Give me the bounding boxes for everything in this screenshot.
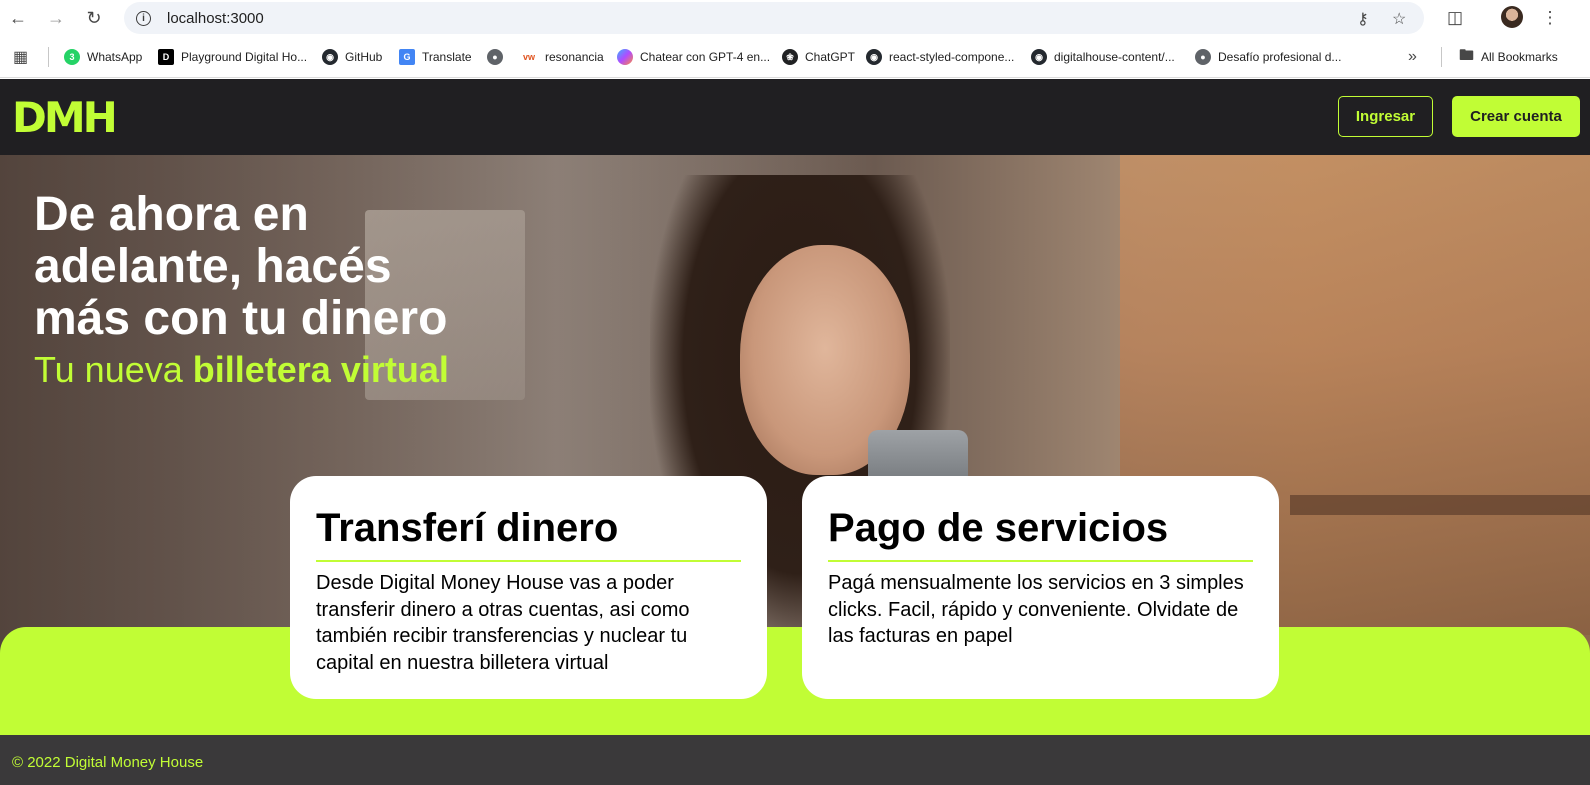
bookmark-label: GitHub [345,50,383,64]
copilot-icon [617,49,633,65]
chevron-double-right-icon: » [1408,48,1417,65]
star-icon[interactable]: ☆ [1392,9,1406,29]
accent-band [0,627,1590,735]
folder-icon: 🖿 [1459,46,1475,64]
hero-subtitle: Tu nueva billetera virtual [34,349,474,391]
bookmark-label: resonancia [545,50,604,64]
hero-text: De ahora en adelante, hacés más con tu d… [34,189,474,391]
site-header: DMH Ingresar Crear cuenta [0,79,1590,155]
bookmark-label: WhatsApp [87,50,143,64]
apps-grid-icon[interactable]: ▦ [13,47,28,67]
card-body: Desde Digital Money House vas a poder tr… [316,572,690,674]
browser-toolbar: ← → ↻ i localhost:3000 ⚷ ☆ ◫ ⋮ [0,0,1590,36]
bookmarks-divider [48,47,49,67]
hero-background-shelf [1290,495,1590,515]
bookmark-label: Playground Digital Ho... [181,50,308,64]
bookmark-playground[interactable]: D Playground Digital Ho... [158,47,307,67]
bookmark-label: Desafío profesional d... [1218,50,1342,64]
card-body: Pagá mensualmente los servicios en 3 sim… [828,572,1244,647]
github-icon: ◉ [322,49,338,65]
bookmark-digitalhouse-content[interactable]: ◉ digitalhouse-content/... [1031,47,1175,67]
footer-copyright: © 2022 Digital Money House [12,754,204,771]
bookmark-label: Chatear con GPT-4 en... [640,50,771,64]
back-icon[interactable]: ← [6,6,30,30]
digital-house-icon: D [158,49,174,65]
bookmark-resonancia[interactable]: vw resonancia [520,47,604,67]
hero-title: De ahora en adelante, hacés más con tu d… [34,188,448,345]
bookmarks-overflow-button[interactable]: » [1408,47,1417,67]
resonancia-icon: vw [522,52,535,62]
bookmark-label: ChatGPT [805,50,856,64]
google-translate-icon: G [399,49,415,65]
bookmark-label: digitalhouse-content/... [1054,50,1175,64]
bookmark-translate[interactable]: G Translate [399,47,472,67]
menu-kebab-icon[interactable]: ⋮ [1538,6,1562,30]
github-icon: ◉ [1031,49,1047,65]
bookmark-label: Translate [422,50,472,64]
create-account-button[interactable]: Crear cuenta [1452,96,1580,137]
forward-icon[interactable]: → [44,6,68,30]
dmh-logo[interactable]: DMH [12,97,118,139]
card-services: Pago de servicios Pagá mensualmente los … [802,476,1279,699]
bookmark-react-styled[interactable]: ◉ react-styled-compone... [866,47,1014,67]
bookmark-desafio[interactable]: ● Desafío profesional d... [1195,47,1341,67]
address-bar[interactable]: i localhost:3000 ⚷ ☆ [124,2,1424,34]
globe-icon: ● [487,49,503,65]
bookmark-github[interactable]: ◉ GitHub [322,47,382,67]
site-footer: © 2022 Digital Money House [0,735,1590,785]
profile-avatar[interactable] [1501,6,1523,28]
bookmarks-bar: ▦ 3 WhatsApp D Playground Digital Ho... … [0,36,1590,78]
globe-icon: ● [1195,49,1211,65]
card-title: Transferí dinero [316,504,741,562]
site-info-icon[interactable]: i [136,10,151,26]
openai-icon: ❀ [782,49,798,65]
card-transfer: Transferí dinero Desde Digital Money Hou… [290,476,767,699]
bookmarks-divider [1441,47,1442,67]
key-icon[interactable]: ⚷ [1357,9,1369,29]
github-icon: ◉ [866,49,882,65]
bookmark-copilot[interactable]: Chatear con GPT-4 en... [617,47,770,67]
all-bookmarks[interactable]: 🖿 All Bookmarks [1459,47,1558,67]
whatsapp-icon: 3 [64,49,80,65]
hero-subtitle-prefix: Tu nueva [34,349,193,390]
url-text[interactable]: localhost:3000 [167,10,264,27]
bookmark-whatsapp[interactable]: 3 WhatsApp [64,47,142,67]
bookmark-chatgpt[interactable]: ❀ ChatGPT [782,47,855,67]
bookmark-label: react-styled-compone... [889,50,1015,64]
extensions-icon[interactable]: ◫ [1443,6,1467,30]
reload-icon[interactable]: ↻ [82,6,106,30]
bookmark-globe[interactable]: ● [487,47,510,67]
all-bookmarks-label: All Bookmarks [1481,50,1558,64]
card-title: Pago de servicios [828,504,1253,562]
hero-subtitle-highlight: billetera virtual [192,349,449,390]
login-button[interactable]: Ingresar [1338,96,1433,137]
